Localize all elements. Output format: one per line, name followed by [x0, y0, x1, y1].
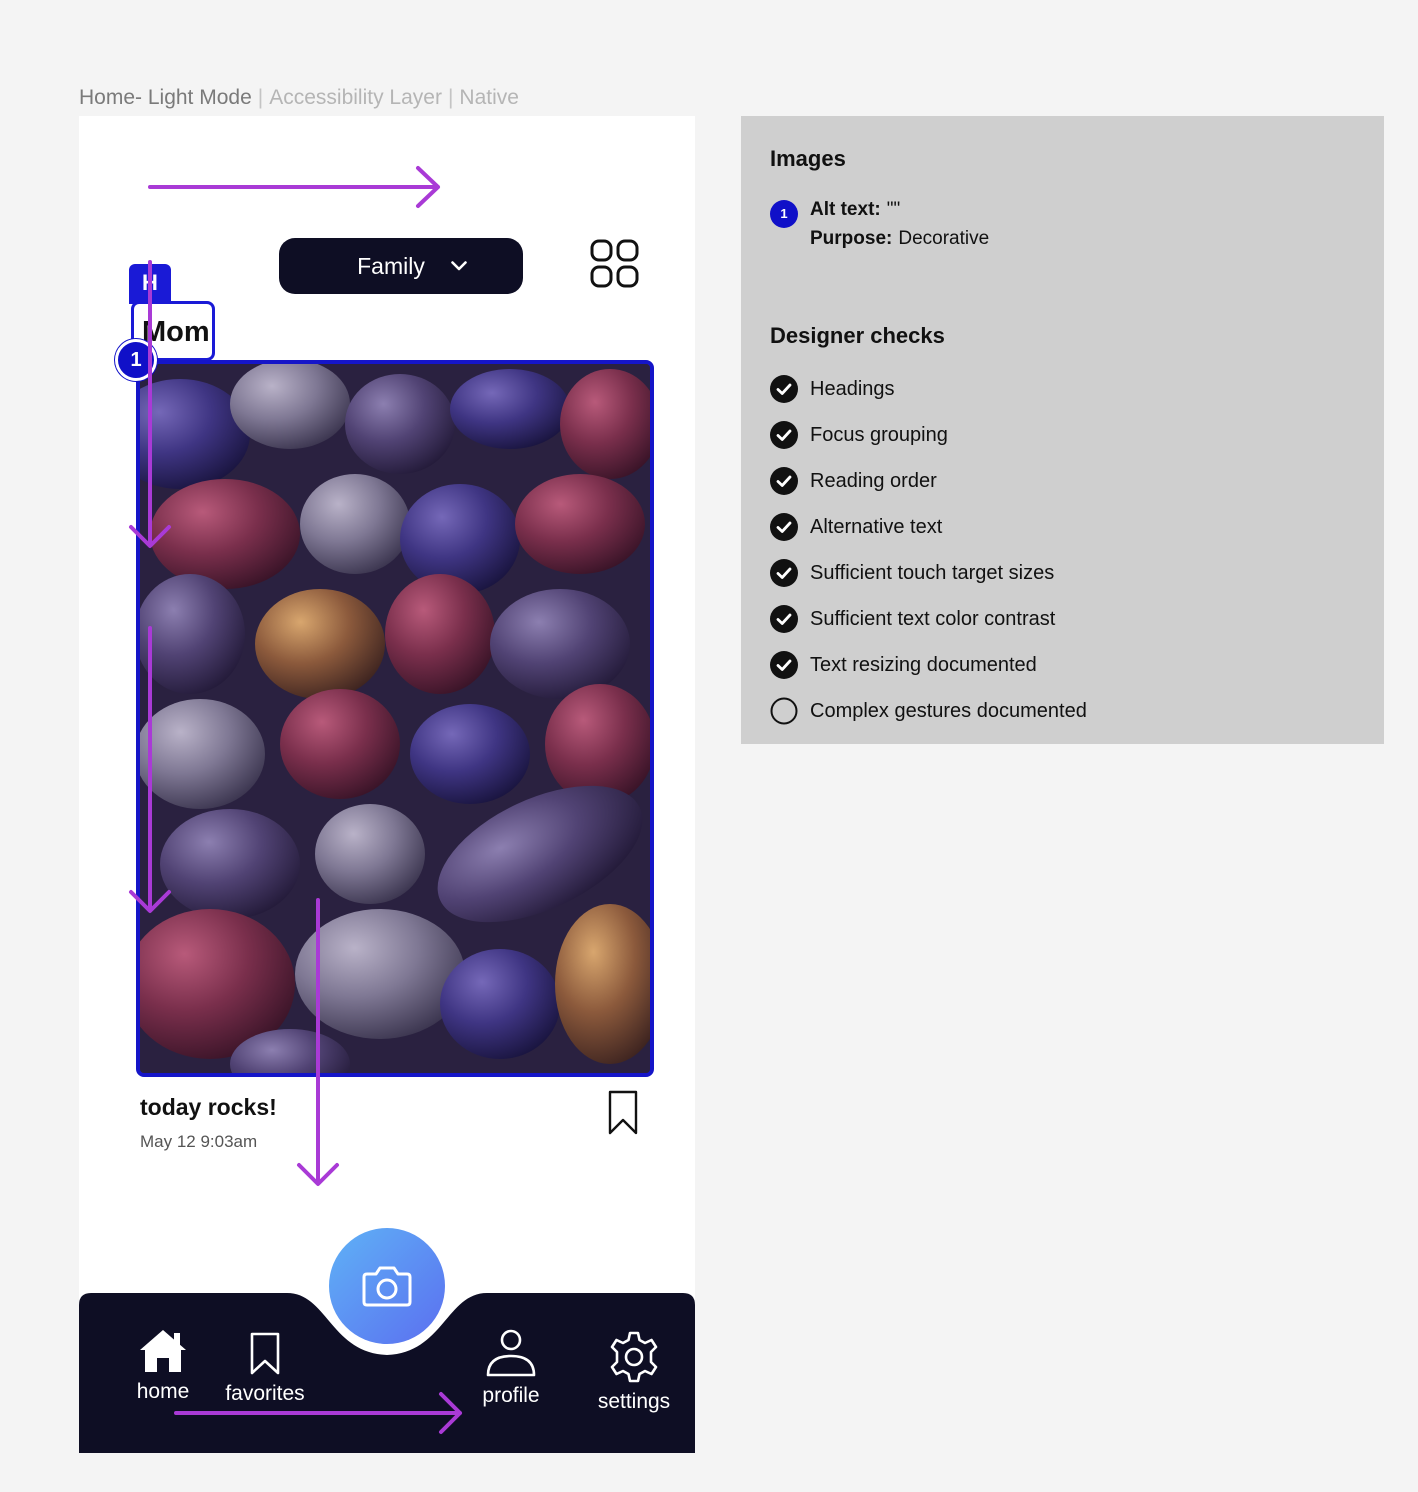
alt-text-line: Alt text: "" [810, 199, 900, 221]
check-circle-icon [770, 513, 798, 541]
nav-label-favorites: favorites [225, 1382, 305, 1405]
grid-icon[interactable] [589, 238, 641, 290]
nav-label-home: home [136, 1380, 190, 1403]
separator: | [257, 86, 264, 109]
empty-circle-icon [770, 697, 798, 725]
camera-icon [362, 1266, 412, 1307]
designer-checks-list: Headings Focus grouping Reading order Alter… [770, 366, 1087, 734]
nav-favorites[interactable]: favorites [215, 1332, 315, 1406]
post-date: May 12 9:03am [140, 1132, 258, 1151]
post-image[interactable] [136, 360, 654, 1077]
nav-profile[interactable]: profile [471, 1328, 551, 1408]
check-circle-icon [770, 651, 798, 679]
phone-screen: Family H Mom 1 today rocks! May 12 9:03a… [79, 116, 695, 1453]
check-item: Alternative text [770, 504, 1087, 550]
check-label: Sufficient text color contrast [810, 607, 1056, 630]
check-item: Sufficient touch target sizes [770, 550, 1087, 596]
nav-label-settings: settings [597, 1390, 671, 1413]
annotation-panel: Images 1 Alt text: "" Purpose: Decorative … [741, 116, 1384, 744]
check-item: Complex gestures documented [770, 688, 1087, 734]
designer-checks-title: Designer checks [770, 323, 945, 348]
post-title: today rocks! [140, 1094, 277, 1120]
pebbles-image [140, 364, 650, 1073]
check-label: Headings [810, 377, 895, 400]
check-label: Alternative text [810, 515, 943, 538]
purpose-label: Purpose: [810, 228, 893, 249]
check-label: Complex gestures documented [810, 699, 1087, 722]
chevron-down-icon [451, 261, 467, 271]
home-icon [140, 1330, 186, 1372]
images-section-title: Images [770, 146, 846, 171]
check-item: Sufficient text color contrast [770, 596, 1087, 642]
family-selector-label: Family [357, 252, 425, 279]
family-selector[interactable]: Family [279, 238, 523, 294]
check-circle-icon [770, 467, 798, 495]
check-circle-icon [770, 559, 798, 587]
nav-settings[interactable]: settings [589, 1330, 679, 1414]
check-label: Reading order [810, 469, 937, 492]
check-circle-icon [770, 375, 798, 403]
nav-label-profile: profile [482, 1384, 540, 1407]
layer-name: Accessibility Layer [269, 86, 442, 109]
alt-text-label: Alt text: [810, 199, 881, 220]
check-label: Sufficient touch target sizes [810, 561, 1055, 584]
gear-icon [610, 1331, 658, 1383]
check-item: Focus grouping [770, 412, 1087, 458]
image-marker: 1 [115, 339, 157, 381]
check-circle-icon [770, 421, 798, 449]
separator: | [447, 86, 454, 109]
check-item: Reading order [770, 458, 1087, 504]
frame-name: Home- Light Mode [79, 86, 252, 109]
alt-text-value: "" [886, 199, 901, 220]
check-label: Text resizing documented [810, 653, 1037, 676]
check-circle-icon [770, 605, 798, 633]
platform-name: Native [459, 86, 519, 109]
check-item: Headings [770, 366, 1087, 412]
bookmark-icon [250, 1332, 280, 1375]
frame-title: Home- Light Mode | Accessibility Layer | Nat… [79, 86, 519, 110]
purpose-value: Decorative [898, 228, 990, 249]
image-number-badge: 1 [770, 200, 798, 228]
user-icon [486, 1329, 536, 1377]
check-label: Focus grouping [810, 423, 948, 446]
heading-badge: H [129, 264, 171, 304]
camera-button[interactable] [329, 1228, 445, 1344]
bookmark-icon[interactable] [607, 1090, 639, 1136]
nav-home[interactable]: home [125, 1328, 201, 1404]
check-item: Text resizing documented [770, 642, 1087, 688]
purpose-line: Purpose: Decorative [810, 228, 989, 250]
